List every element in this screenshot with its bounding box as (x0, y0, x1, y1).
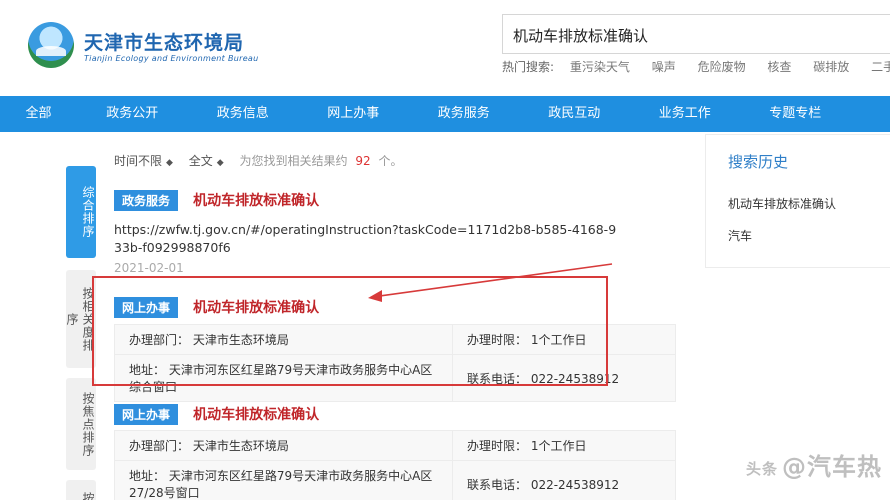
history-item[interactable]: 机动车排放标准确认 (728, 195, 836, 212)
watermark: 头条 @汽车热 (746, 447, 882, 482)
watermark-prefix: 头条 (746, 459, 779, 478)
search-history-panel: 搜索历史 机动车排放标准确认 汽车 (705, 134, 890, 268)
history-item[interactable]: 汽车 (728, 227, 752, 244)
search-history-title: 搜索历史 (728, 153, 789, 171)
watermark-text: @汽车热 (782, 453, 883, 481)
